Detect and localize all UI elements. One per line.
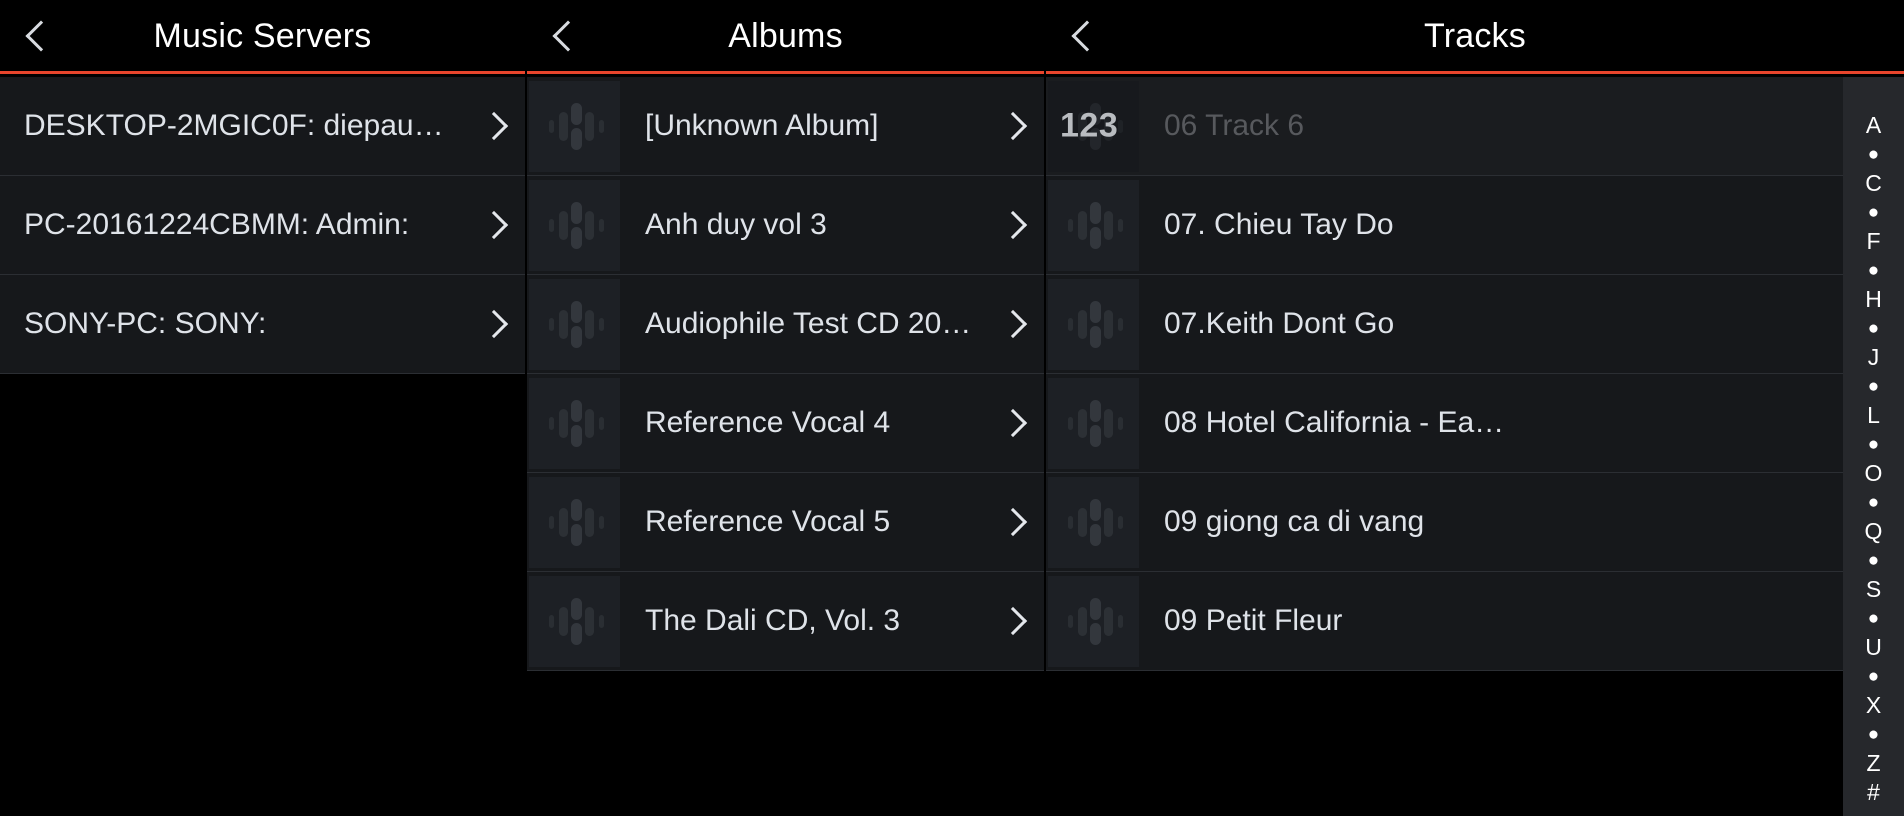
audio-waveform-icon	[1048, 278, 1139, 370]
album-name: Audiophile Test CD 2008	[645, 307, 975, 340]
index-entry[interactable]: H	[1843, 285, 1904, 314]
index-entry[interactable]: ●	[1843, 662, 1904, 691]
index-entry[interactable]: ●	[1843, 140, 1904, 169]
audio-waveform-icon	[1048, 179, 1139, 271]
chevron-right-icon[interactable]	[469, 210, 525, 240]
back-button-tracks[interactable]	[1046, 0, 1120, 73]
index-entry[interactable]: O	[1843, 459, 1904, 488]
scroll-index-badge: 123	[1060, 106, 1119, 145]
server-name: PC-20161224CBMM: Admin:	[24, 208, 410, 241]
audio-waveform-icon	[529, 278, 620, 370]
track-name: 09 Petit Fleur	[1164, 604, 1343, 637]
track-name: 06 Track 6	[1164, 109, 1305, 142]
list-albums[interactable]: [Unknown Album] Anh duy vol 3 Audiophile…	[527, 77, 1044, 816]
panel-tracks: Tracks 123 06 Track 6 07. Chieu Tay Do 0…	[1046, 0, 1904, 816]
list-item[interactable]: Audiophile Test CD 2008	[527, 275, 1044, 374]
index-entry[interactable]: X	[1843, 691, 1904, 720]
list-item[interactable]: DESKTOP-2MGIC0F: diepaudi…	[0, 77, 525, 176]
index-entry[interactable]: ●	[1843, 372, 1904, 401]
chevron-left-icon	[552, 19, 584, 52]
list-item[interactable]: Reference Vocal 5	[527, 473, 1044, 572]
alphabet-index-bar[interactable]: A ● C ● F ● H ● J ● L ● O ● Q ● S ● U ● …	[1843, 77, 1904, 816]
audio-waveform-icon	[1048, 575, 1139, 667]
list-item[interactable]: [Unknown Album]	[527, 77, 1044, 176]
audio-waveform-icon	[1048, 377, 1139, 469]
list-music-servers[interactable]: DESKTOP-2MGIC0F: diepaudi… PC-20161224CB…	[0, 77, 525, 816]
index-entry[interactable]: ●	[1843, 314, 1904, 343]
server-name: SONY-PC: SONY:	[24, 307, 267, 340]
album-name: Reference Vocal 4	[645, 406, 891, 439]
back-button-music-servers[interactable]	[0, 0, 74, 73]
index-entry[interactable]: L	[1843, 401, 1904, 430]
index-entry[interactable]: ●	[1843, 604, 1904, 633]
track-name: 08 Hotel California - Ea…	[1164, 406, 1505, 439]
server-name: DESKTOP-2MGIC0F: diepaudi…	[24, 109, 467, 142]
index-entry[interactable]: ●	[1843, 198, 1904, 227]
chevron-right-icon[interactable]	[988, 111, 1044, 141]
index-entry[interactable]: Z	[1843, 749, 1904, 778]
panel-music-servers: Music Servers DESKTOP-2MGIC0F: diepaudi……	[0, 0, 525, 816]
index-entry[interactable]: A	[1843, 111, 1904, 140]
index-entry[interactable]: ●	[1843, 430, 1904, 459]
panel-albums: Albums [Unknown Album] Anh duy vol 3 Aud…	[527, 0, 1044, 816]
list-item[interactable]: 08 Hotel California - Ea…	[1046, 374, 1904, 473]
page-title-albums: Albums	[728, 16, 843, 55]
three-pane-music-browser: Music Servers DESKTOP-2MGIC0F: diepaudi……	[0, 0, 1904, 816]
chevron-right-icon[interactable]	[988, 309, 1044, 339]
list-item[interactable]: SONY-PC: SONY:	[0, 275, 525, 374]
page-title-music-servers: Music Servers	[153, 16, 372, 55]
chevron-right-icon[interactable]	[469, 111, 525, 141]
header-albums: Albums	[527, 0, 1044, 74]
list-item[interactable]: 09 Petit Fleur	[1046, 572, 1904, 671]
audio-waveform-icon	[529, 377, 620, 469]
audio-waveform-icon	[529, 80, 620, 172]
index-entry[interactable]: F	[1843, 227, 1904, 256]
list-item[interactable]: Anh duy vol 3	[527, 176, 1044, 275]
list-item[interactable]: 09 giong ca di vang	[1046, 473, 1904, 572]
index-entry[interactable]: #	[1843, 778, 1904, 807]
album-name: [Unknown Album]	[645, 109, 879, 142]
index-entry[interactable]: ●	[1843, 256, 1904, 285]
index-entry[interactable]: ●	[1843, 720, 1904, 749]
list-item[interactable]: PC-20161224CBMM: Admin:	[0, 176, 525, 275]
index-entry[interactable]: U	[1843, 633, 1904, 662]
index-entry[interactable]: Q	[1843, 517, 1904, 546]
index-entry[interactable]: S	[1843, 575, 1904, 604]
list-item[interactable]: 07.Keith Dont Go	[1046, 275, 1904, 374]
back-button-albums[interactable]	[527, 0, 601, 73]
audio-waveform-icon	[529, 575, 620, 667]
list-item[interactable]: 123 06 Track 6	[1046, 77, 1904, 176]
track-name: 07.Keith Dont Go	[1164, 307, 1395, 340]
list-item[interactable]: The Dali CD, Vol. 3	[527, 572, 1044, 671]
index-entry[interactable]: ●	[1843, 546, 1904, 575]
track-name: 09 giong ca di vang	[1164, 505, 1425, 538]
index-entry[interactable]: C	[1843, 169, 1904, 198]
list-item[interactable]: 07. Chieu Tay Do	[1046, 176, 1904, 275]
audio-waveform-icon	[529, 476, 620, 568]
track-name: 07. Chieu Tay Do	[1164, 208, 1394, 241]
index-entry[interactable]: ●	[1843, 488, 1904, 517]
album-name: The Dali CD, Vol. 3	[645, 604, 901, 637]
list-item[interactable]: Reference Vocal 4	[527, 374, 1044, 473]
page-title-tracks: Tracks	[1424, 16, 1526, 55]
chevron-right-icon[interactable]	[469, 309, 525, 339]
chevron-right-icon[interactable]	[988, 507, 1044, 537]
header-music-servers: Music Servers	[0, 0, 525, 74]
index-entry[interactable]: J	[1843, 343, 1904, 372]
audio-waveform-icon	[529, 179, 620, 271]
chevron-right-icon[interactable]	[988, 210, 1044, 240]
audio-waveform-icon	[1048, 476, 1139, 568]
album-name: Anh duy vol 3	[645, 208, 827, 241]
album-name: Reference Vocal 5	[645, 505, 891, 538]
chevron-right-icon[interactable]	[988, 408, 1044, 438]
chevron-left-icon	[1071, 19, 1103, 52]
list-tracks[interactable]: 123 06 Track 6 07. Chieu Tay Do 07.Keith…	[1046, 77, 1904, 816]
header-tracks: Tracks	[1046, 0, 1904, 74]
chevron-left-icon	[25, 19, 57, 52]
chevron-right-icon[interactable]	[988, 606, 1044, 636]
